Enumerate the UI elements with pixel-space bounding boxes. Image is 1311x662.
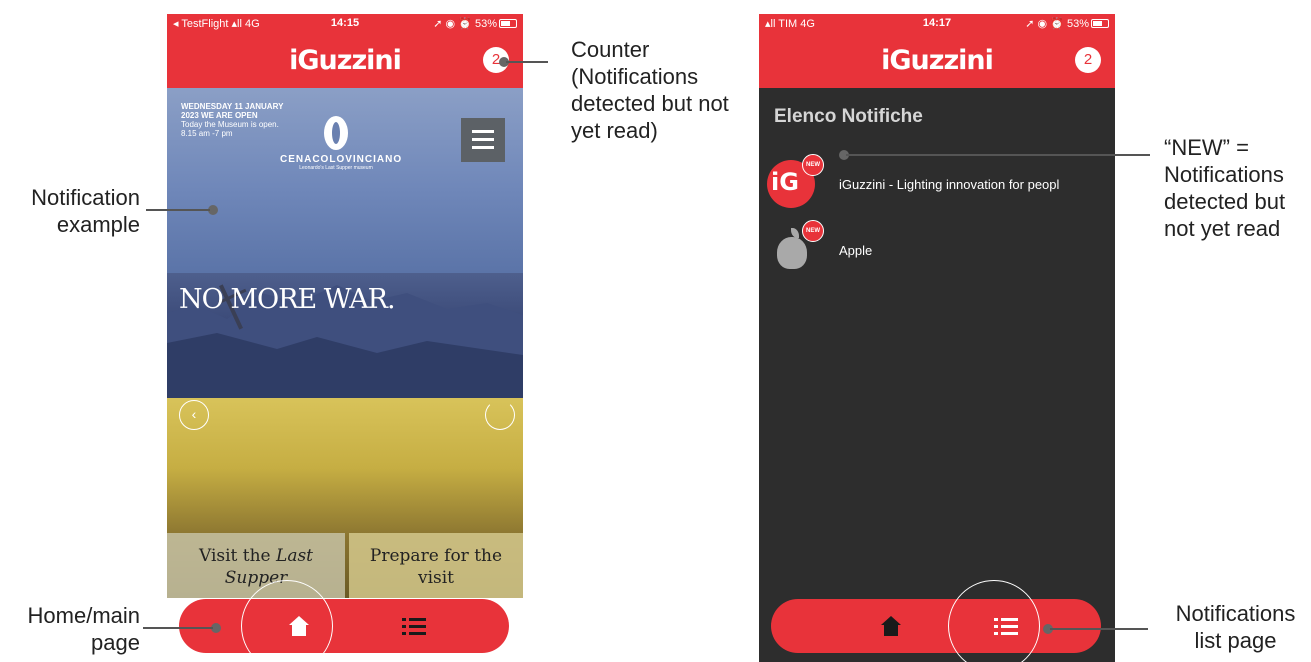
museum-hours: Today the Museum is open. 8.15 am -7 pm [181, 120, 279, 138]
battery-icon [498, 19, 517, 29]
nav-list-button[interactable] [359, 599, 469, 653]
notification-title: iGuzzini - Lighting innovation for peopl [839, 177, 1060, 192]
counter-callout: Counter (Notifications detected but not … [571, 37, 729, 143]
notification-example-callout: Notification example [31, 185, 140, 237]
notification-list-title: Elenco Notifiche [774, 106, 923, 127]
status-indicators: ➚ ◉ ⏰ 53% [995, 17, 1109, 30]
notification-item[interactable]: iG NEW iGuzzini - Lighting innovation fo… [767, 154, 1107, 212]
nav-home-button[interactable] [836, 599, 946, 653]
museum-logo-mark-icon [324, 116, 348, 150]
list-icon [402, 617, 426, 635]
museum-opening-info: WEDNESDAY 11 JANUARY 2023 WE ARE OPEN To… [181, 102, 286, 138]
status-battery-text: ➚ ◉ ⏰ 53% [1025, 17, 1089, 30]
notification-webview[interactable]: WEDNESDAY 11 JANUARY 2023 WE ARE OPEN To… [167, 88, 523, 598]
status-carrier: ▴ll TIM 4G [765, 17, 815, 30]
home-highlight-ring [241, 580, 333, 662]
museum-logo[interactable]: CENACOLOVINCIANO Leonardo's Last Supper … [280, 116, 403, 171]
app-logo: iGuzzini [881, 45, 994, 76]
status-time: 14:17 [922, 17, 952, 29]
notification-counter[interactable]: 2 [1075, 47, 1101, 73]
app-logo: iGuzzini [289, 45, 402, 76]
counter-leader-line [506, 61, 548, 63]
new-badge: NEW [802, 220, 824, 242]
hero-headline: NO MORE WAR. [179, 284, 396, 315]
battery-icon [1090, 19, 1109, 29]
app-header: iGuzzini 2 [759, 32, 1115, 88]
visit-card[interactable]: Visit the Last Supper [167, 533, 345, 598]
status-indicators: ➚ ◉ ⏰ 53% [403, 17, 517, 30]
list-highlight-ring [948, 580, 1040, 662]
status-battery-text: ➚ ◉ ⏰ 53% [433, 17, 497, 30]
list-leader-line [1050, 628, 1148, 630]
museum-date: WEDNESDAY 11 JANUARY 2023 WE ARE OPEN [181, 102, 284, 120]
new-badge: NEW [802, 154, 824, 176]
visit-card-italic: Last [276, 546, 314, 566]
museum-logo-name: CENACOLOVINCIANO [280, 154, 403, 165]
notification-item[interactable]: NEW Apple [767, 220, 1107, 278]
home-icon [880, 616, 902, 636]
home-callout: Home/main page [27, 603, 140, 655]
app-header: iGuzzini 2 [167, 32, 523, 88]
prepare-card-text-2: visit [417, 568, 455, 588]
menu-button[interactable] [461, 118, 505, 162]
prepare-card[interactable]: Prepare for the visit [349, 533, 523, 598]
prepare-card-text: Prepare for the [369, 546, 503, 566]
home-leader-line [143, 627, 213, 629]
status-bar: ▴ll TIM 4G 14:17 ➚ ◉ ⏰ 53% [759, 14, 1115, 32]
avatar-text: iG [771, 168, 799, 196]
phone-notification-list: ▴ll TIM 4G 14:17 ➚ ◉ ⏰ 53% iGuzzini 2 El… [759, 14, 1115, 662]
notification-leader-line [146, 209, 210, 211]
notification-title: Apple [839, 243, 873, 258]
new-leader-line [846, 154, 1150, 156]
carousel-prev-button[interactable]: ‹ [179, 400, 209, 430]
phone-home-screen: ◂ TestFlight ▴ll 4G 14:15 ➚ ◉ ⏰ 53% iGuz… [167, 14, 523, 662]
visit-card-text: Visit the [198, 546, 277, 566]
status-bar: ◂ TestFlight ▴ll 4G 14:15 ➚ ◉ ⏰ 53% [167, 14, 523, 32]
status-carrier: ◂ TestFlight ▴ll 4G [173, 17, 260, 30]
list-callout: Notifications list page [1175, 601, 1296, 653]
bottom-nav [179, 599, 509, 653]
status-time: 14:15 [330, 17, 360, 29]
carousel-next-button[interactable] [485, 400, 515, 430]
museum-logo-sub: Leonardo's Last Supper museum [299, 165, 373, 171]
new-callout: “NEW” = Notifications detected but not y… [1164, 135, 1286, 241]
